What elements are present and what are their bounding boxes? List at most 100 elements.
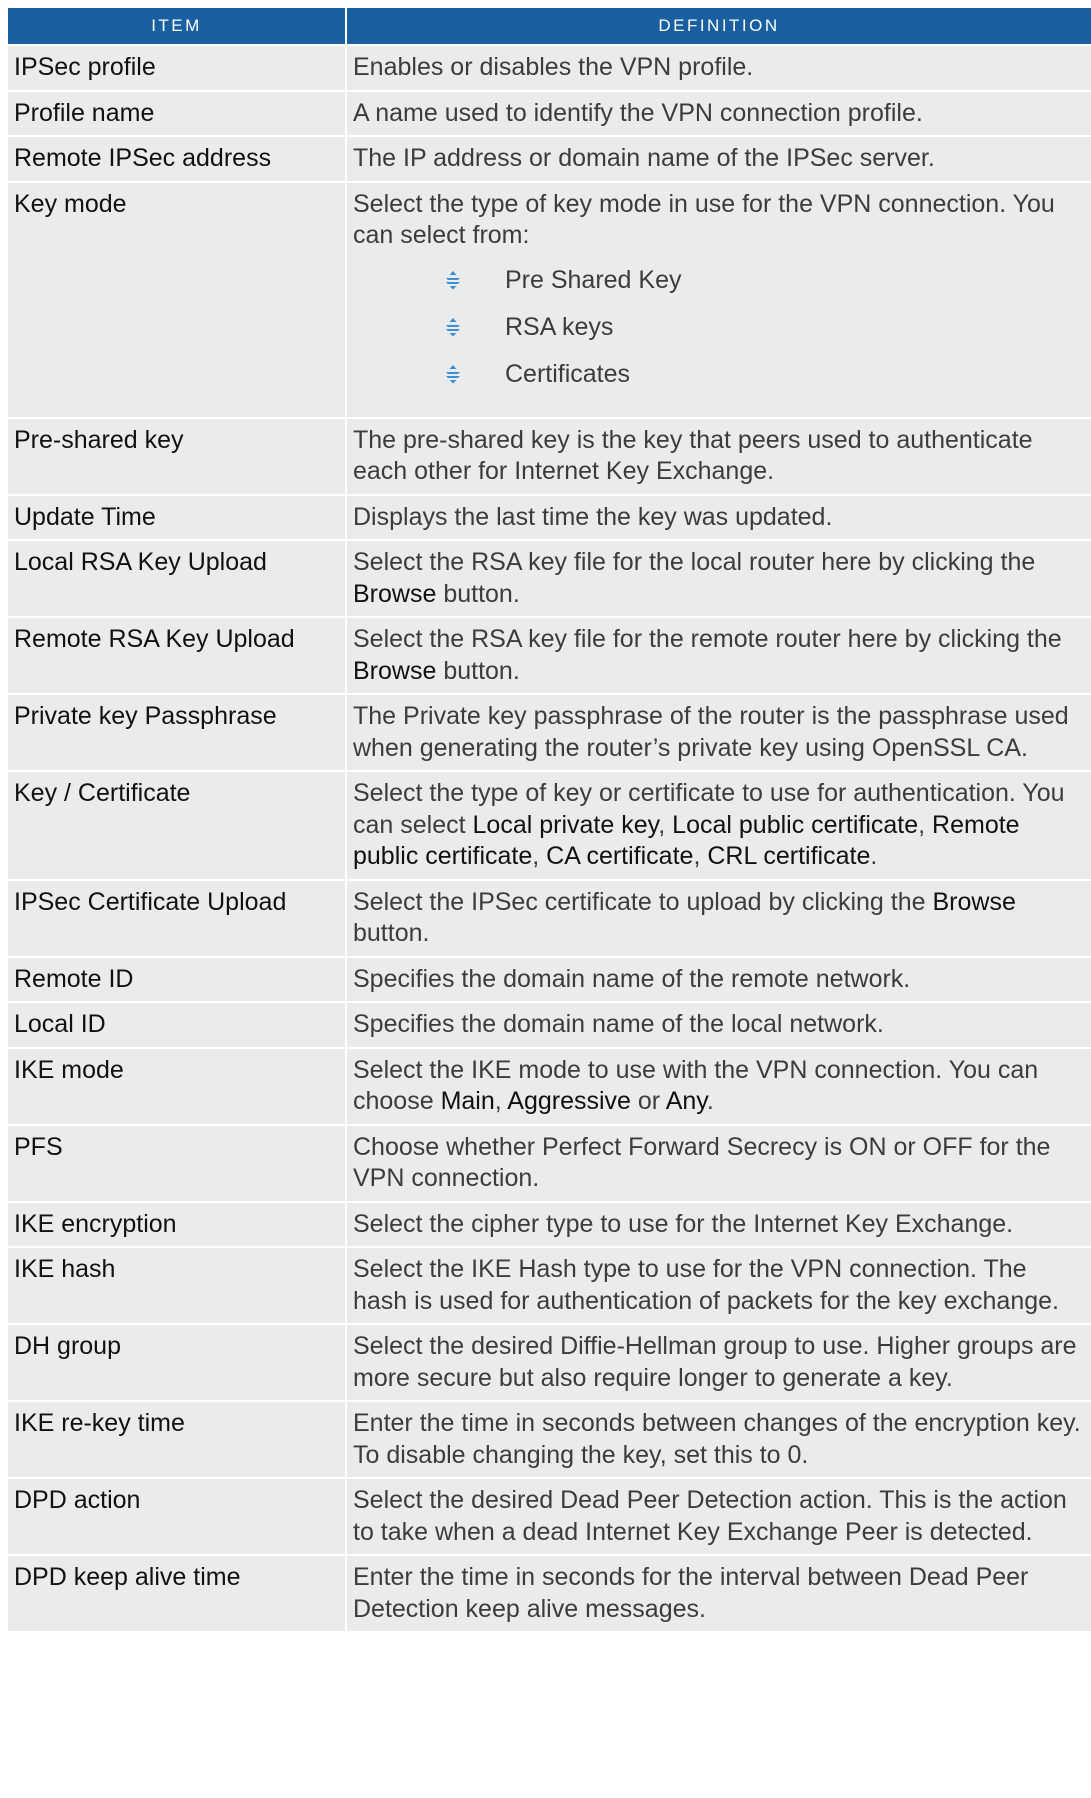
definition-text: , (658, 810, 673, 839)
table-row: Remote ID Specifies the domain name of th… (8, 955, 1091, 1002)
definition-text: Select the desired Dead Peer Detection a… (353, 1486, 1067, 1546)
definition-text: . (870, 842, 878, 870)
item-name: IKE re-key time (8, 1400, 347, 1478)
definition-text: . (706, 1087, 714, 1115)
item-name: Local ID (8, 1001, 347, 1048)
option-item: RSA keys (443, 307, 1087, 354)
definition-text: Select the type of key mode in use for t… (353, 189, 1055, 250)
item-name: Local RSA Key Upload (8, 539, 347, 617)
item-name: Key / Certificate (8, 770, 347, 880)
definition-term: CA certificate (546, 842, 694, 870)
item-name: IPSec Certificate Upload (8, 878, 347, 957)
item-name: IKE mode (8, 1046, 347, 1125)
table-row: Private key Passphrase The Private key pa… (8, 693, 1091, 771)
definition-text: A name used to identify the VPN connecti… (353, 98, 923, 127)
definition-text: Select the IKE Hash type to use for the … (353, 1255, 1059, 1315)
table-body: IPSec profile Enables or disables the VPN… (8, 44, 1091, 1631)
definition-text: The pre-shared key is the key that peers… (353, 425, 1033, 486)
item-name: DH group (8, 1323, 347, 1401)
option-label: Certificates (505, 359, 631, 388)
item-name: Remote ID (8, 955, 347, 1002)
table-row: IKE re-key time Enter the time in seconds… (8, 1400, 1091, 1478)
item-name: Private key Passphrase (8, 693, 347, 771)
definition-text: Select the cipher type to use for the In… (353, 1209, 1014, 1238)
definition-text: Select the RSA key file for the remote r… (353, 625, 1062, 653)
item-definition: Select the RSA key file for the local ro… (346, 539, 1091, 617)
definition-term: Aggressive (507, 1087, 631, 1115)
item-definition: Select the type of key mode in use for t… (346, 180, 1091, 418)
item-name: Remote RSA Key Upload (8, 616, 347, 694)
item-definition: Displays the last time the key was updat… (346, 493, 1091, 540)
table-row: Remote RSA Key Upload Select the RSA key … (8, 616, 1091, 694)
table-row: Update Time Displays the last time the ke… (8, 493, 1091, 540)
item-definition: Specifies the domain name of the remote … (346, 955, 1091, 1002)
item-name: DPD keep alive time (8, 1554, 347, 1631)
definition-text: Specifies the domain name of the local n… (353, 1010, 884, 1038)
definition-term: Any (665, 1087, 707, 1115)
item-definition: The Private key passphrase of the router… (346, 693, 1091, 771)
item-definition: The IP address or domain name of the IPS… (346, 135, 1091, 182)
definition-text: Enter the time in seconds between change… (353, 1409, 1081, 1469)
definition-text: Displays the last time the key was updat… (353, 502, 833, 531)
definition-term: Browse (932, 887, 1016, 916)
definition-text: Specifies the domain name of the remote … (353, 964, 911, 993)
definition-text: Select the RSA key file for the local ro… (353, 548, 1036, 576)
item-name: Key mode (8, 180, 347, 418)
item-definition: Choose whether Perfect Forward Secrecy i… (346, 1123, 1091, 1202)
definition-term: Local public certificate (672, 810, 919, 839)
item-name: IPSec profile (8, 44, 347, 91)
table-row: DH group Select the desired Diffie-Hellma… (8, 1323, 1091, 1401)
item-definition: Select the IKE mode to use with the VPN … (346, 1046, 1091, 1125)
definition-term: CRL certificate (707, 842, 871, 870)
definitions-document: ITEM DEFINITION IPSec profile Enables or … (8, 8, 1091, 1631)
item-definition: Enter the time in seconds between change… (346, 1400, 1091, 1478)
definition-text: Enter the time in seconds for the interv… (353, 1563, 1029, 1623)
table-row: Local RSA Key Upload Select the RSA key f… (8, 539, 1091, 617)
table-row: Pre-shared key The pre-shared key is the … (8, 416, 1091, 495)
table-row: Key mode Select the type of key mode in u… (8, 180, 1091, 418)
definition-text: Select the IPSec certificate to upload b… (353, 887, 933, 916)
option-item: Pre Shared Key (443, 260, 1087, 307)
item-name: IKE hash (8, 1246, 347, 1324)
definition-text: button. (436, 579, 520, 608)
table-row: DPD keep alive time Enter the time in sec… (8, 1554, 1091, 1631)
definition-text: or (630, 1087, 666, 1115)
item-definition: A name used to identify the VPN connecti… (346, 89, 1091, 136)
diamond-bullet-icon (446, 270, 460, 289)
item-definition: Specifies the domain name of the local n… (346, 1001, 1091, 1048)
header-item: ITEM (8, 8, 347, 45)
item-definition: The pre-shared key is the key that peers… (346, 416, 1091, 495)
table-row: Remote IPSec address The IP address or do… (8, 135, 1091, 182)
definition-text: button. (436, 656, 520, 685)
item-name: Pre-shared key (8, 416, 347, 495)
item-name: DPD action (8, 1477, 347, 1555)
table-row: DPD action Select the desired Dead Peer D… (8, 1477, 1091, 1555)
diamond-bullet-icon (446, 364, 460, 383)
table-row: Local ID Specifies the domain name of the… (8, 1001, 1091, 1048)
table-row: IPSec profile Enables or disables the VPN… (8, 44, 1091, 91)
definition-text: button. (353, 919, 430, 947)
table-row: IPSec Certificate Upload Select the IPSec… (8, 878, 1091, 957)
definition-term: Browse (353, 579, 437, 608)
table-row: IKE hash Select the IKE Hash type to use … (8, 1246, 1091, 1324)
option-label: RSA keys (505, 312, 614, 341)
item-name: IKE encryption (8, 1200, 347, 1247)
table-row: IKE encryption Select the cipher type to … (8, 1200, 1091, 1247)
item-definition: Select the IPSec certificate to upload b… (346, 878, 1091, 957)
table-header: ITEM DEFINITION (8, 8, 1091, 45)
definition-text: Choose whether Perfect Forward Secrecy i… (353, 1132, 1051, 1193)
definition-text: , (918, 810, 933, 839)
table-row: Profile name A name used to identify the … (8, 89, 1091, 136)
item-definition: Select the RSA key file for the remote r… (346, 616, 1091, 694)
definition-text: Select the desired Diffie-Hellman group … (353, 1332, 1077, 1392)
definition-text: The IP address or domain name of the IPS… (353, 144, 935, 172)
item-name: Remote IPSec address (8, 135, 347, 182)
table-row: Key / Certificate Select the type of key … (8, 770, 1091, 880)
item-definition: Enter the time in seconds for the interv… (346, 1554, 1091, 1631)
definition-text: , (532, 842, 547, 870)
definition-term: Browse (353, 656, 437, 685)
definitions-table: ITEM DEFINITION IPSec profile Enables or … (8, 8, 1091, 1631)
definition-text: , (693, 842, 708, 870)
item-definition: Select the desired Dead Peer Detection a… (346, 1477, 1091, 1555)
item-definition: Select the IKE Hash type to use for the … (346, 1246, 1091, 1324)
